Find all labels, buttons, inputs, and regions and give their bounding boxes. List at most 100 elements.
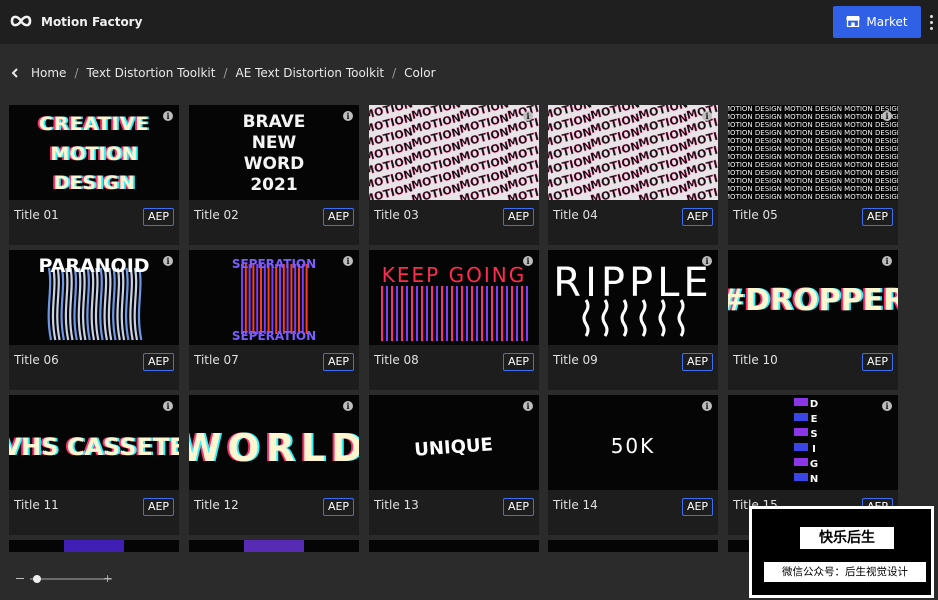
preview-text: MOTION DESIGN MOTION DESIGN MOTION DESIG… <box>728 169 898 177</box>
vertical-dots-icon[interactable] <box>926 12 936 32</box>
asset-thumbnail[interactable]: SEPERATION SEPERATION <box>189 250 359 345</box>
asset-thumbnail[interactable]: DESIGN <box>728 395 898 490</box>
preview-text: 50K <box>611 434 656 458</box>
asset-card[interactable]: MOTION MOTION MOTION MOTION MOTION MOTION MOTI… <box>548 105 718 245</box>
preview-text: E <box>811 414 818 425</box>
asset-card-partial[interactable] <box>548 540 718 552</box>
asset-title: Title 07 <box>194 353 239 367</box>
info-icon[interactable]: i <box>882 111 892 121</box>
breadcrumb-ae-text-distortion-toolkit[interactable]: AE Text Distortion Toolkit <box>236 66 385 80</box>
asset-card[interactable]: #DROPPER #DROPPER #DROPPER i Title 10 AEP <box>728 250 898 390</box>
breadcrumb-separator: / <box>223 66 228 80</box>
asset-card[interactable]: 50K i Title 14 AEP <box>548 395 718 535</box>
zoom-track[interactable] <box>30 578 112 580</box>
asset-card-partial[interactable] <box>189 540 359 552</box>
asset-thumbnail[interactable]: RIPPLE <box>548 250 718 345</box>
info-icon[interactable]: i <box>163 111 173 121</box>
format-badge: AEP <box>682 498 713 516</box>
format-badge: AEP <box>682 208 713 226</box>
asset-thumbnail[interactable]: MOTION MOTION MOTION MOTION MOTION MOTION MOTI… <box>548 105 718 200</box>
preview-text: MOTION DESIGN MOTION DESIGN MOTION DESIG… <box>728 161 898 169</box>
preview-text: MOTION DESIGN MOTION DESIGN MOTION DESIG… <box>728 145 898 153</box>
asset-card[interactable]: MOTION MOTION MOTION MOTION MOTION MOTION MOTI… <box>369 105 539 245</box>
asset-thumbnail[interactable]: KEEP GOING <box>369 250 539 345</box>
info-icon[interactable]: i <box>343 111 353 121</box>
asset-card[interactable]: WORLD WORLD WORLD i Title 12 AEP <box>189 395 359 535</box>
format-badge: AEP <box>323 208 354 226</box>
info-icon[interactable]: i <box>702 401 712 411</box>
preview-text: I <box>812 444 816 455</box>
market-button[interactable]: Market <box>833 6 921 38</box>
asset-thumbnail[interactable] <box>424 540 484 552</box>
asset-thumbnail[interactable]: PARANOID <box>9 250 179 345</box>
asset-thumbnail[interactable]: UNIQUE <box>369 395 539 490</box>
asset-card[interactable]: RIPPLE i Title 09 AEP <box>548 250 718 390</box>
asset-thumbnail[interactable]: MOTION DESIGN MOTION DESIGN MOTION DESIG… <box>728 105 898 200</box>
chevron-left-icon[interactable] <box>11 68 19 78</box>
breadcrumb-separator: / <box>392 66 397 80</box>
asset-thumbnail[interactable]: CREATIVE CREATIVE CREATIVE MOTION MOTION MOTI… <box>9 105 179 200</box>
minus-icon[interactable] <box>16 578 24 579</box>
info-icon[interactable]: i <box>343 256 353 266</box>
preview-text: DESIGN <box>53 172 134 194</box>
asset-title: Title 06 <box>14 353 59 367</box>
preview-text: MOTION DESIGN MOTION DESIGN MOTION DESIG… <box>728 185 898 193</box>
info-icon[interactable]: i <box>702 256 712 266</box>
asset-thumbnail[interactable] <box>603 540 663 552</box>
asset-title: Title 09 <box>553 353 598 367</box>
asset-card-partial[interactable] <box>9 540 179 552</box>
brand[interactable]: Motion Factory <box>10 12 142 32</box>
info-icon[interactable]: i <box>523 111 533 121</box>
asset-card[interactable]: PARANOID i Title 06 AEP <box>9 250 179 390</box>
preview-text: MOTION DESIGN MOTION DESIGN MOTION DESIG… <box>728 153 898 161</box>
info-icon[interactable]: i <box>163 401 173 411</box>
preview-text: G <box>810 459 818 470</box>
asset-card[interactable]: SEPERATION SEPERATION i Title 07 AEP <box>189 250 359 390</box>
watermark-line2: 微信公众号：后生视觉设计 <box>764 562 926 582</box>
format-badge: AEP <box>862 353 893 371</box>
zoom-slider[interactable]: + <box>16 572 116 586</box>
breadcrumb-text-distortion-toolkit[interactable]: Text Distortion Toolkit <box>86 66 215 80</box>
info-icon[interactable]: i <box>882 401 892 411</box>
asset-card[interactable]: BRAVE NEW WORD 2021 i Title 02 AEP <box>189 105 359 245</box>
format-badge: AEP <box>143 353 174 371</box>
preview-text: MOTION DESIGN MOTION DESIGN MOTION DESIG… <box>728 113 898 121</box>
preview-text: SEPERATION <box>232 329 316 343</box>
breadcrumb-home[interactable]: Home <box>31 66 66 80</box>
preview-text: VHS CASSETE <box>9 433 179 461</box>
asset-card[interactable]: MOTION DESIGN MOTION DESIGN MOTION DESIG… <box>728 105 898 245</box>
info-icon[interactable]: i <box>523 256 533 266</box>
asset-card[interactable]: VHS CASSETE VHS CASSETE VHS CASSETE i Title … <box>9 395 179 535</box>
format-badge: AEP <box>323 498 354 516</box>
info-icon[interactable]: i <box>343 401 353 411</box>
preview-text: SEPERATION <box>232 257 316 271</box>
asset-title: Title 14 <box>553 498 598 512</box>
asset-card-partial[interactable] <box>369 540 539 552</box>
zoom-knob[interactable] <box>32 575 41 583</box>
preview-text: 2021 <box>250 175 297 195</box>
preview-text: N <box>810 474 818 485</box>
asset-thumbnail[interactable]: VHS CASSETE VHS CASSETE VHS CASSETE <box>9 395 179 490</box>
plus-icon[interactable]: + <box>103 572 112 585</box>
asset-thumbnail[interactable]: MOTION MOTION MOTION MOTION MOTION MOTION MOTI… <box>369 105 539 200</box>
asset-thumbnail[interactable]: WORLD WORLD WORLD <box>189 395 359 490</box>
info-icon[interactable]: i <box>882 256 892 266</box>
preview-text: BRAVE <box>243 112 306 132</box>
asset-thumbnail[interactable] <box>64 540 124 552</box>
watermark: 快乐后生 微信公众号：后生视觉设计 <box>749 506 934 598</box>
asset-thumbnail[interactable]: BRAVE NEW WORD 2021 <box>189 105 359 200</box>
asset-card[interactable]: CREATIVE CREATIVE CREATIVE MOTION MOTION MOTI… <box>9 105 179 245</box>
asset-card[interactable]: KEEP GOING i Title 08 AEP <box>369 250 539 390</box>
breadcrumb: Home / Text Distortion Toolkit / AE Text… <box>11 64 436 82</box>
asset-title: Title 01 <box>14 208 59 222</box>
info-icon[interactable]: i <box>163 256 173 266</box>
asset-thumbnail[interactable]: 50K <box>548 395 718 490</box>
asset-card[interactable]: UNIQUE i Title 13 AEP <box>369 395 539 535</box>
info-icon[interactable]: i <box>702 111 712 121</box>
preview-text: MOTION DESIGN MOTION DESIGN MOTION DESIG… <box>728 121 898 129</box>
breadcrumb-separator: / <box>74 66 79 80</box>
asset-thumbnail[interactable] <box>244 540 304 552</box>
asset-thumbnail[interactable]: #DROPPER #DROPPER #DROPPER <box>728 250 898 345</box>
info-icon[interactable]: i <box>523 401 533 411</box>
preview-text: MOTION <box>50 143 137 165</box>
